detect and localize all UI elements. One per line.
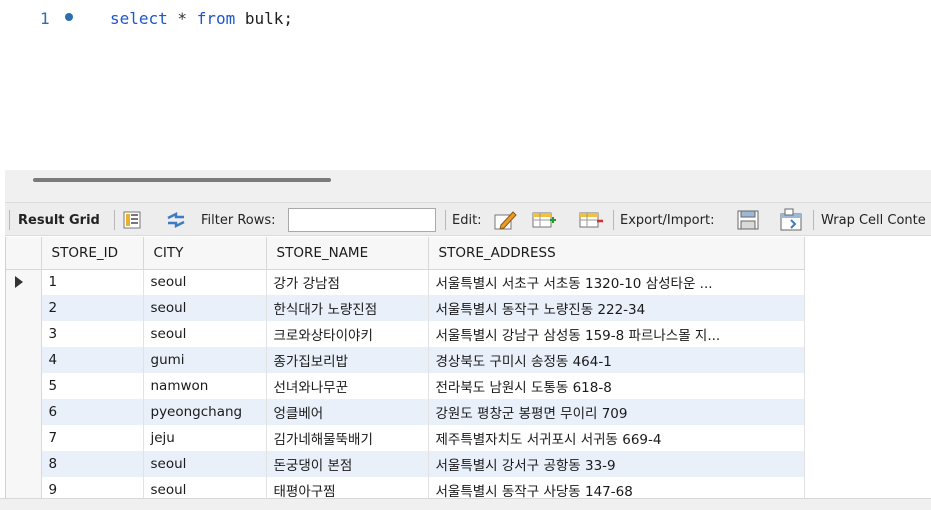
toolbar-divider <box>445 210 446 230</box>
cell-city[interactable]: seoul <box>143 269 267 295</box>
cell-store-address[interactable]: 서울특별시 강남구 삼성동 159-8 파르나스몰 지... <box>428 321 805 347</box>
delete-row-icon[interactable] <box>578 203 604 237</box>
row-header[interactable] <box>6 373 42 399</box>
cell-store-id[interactable]: 3 <box>41 321 144 347</box>
column-header-store-name[interactable]: STORE_NAME <box>266 237 429 270</box>
filter-rows-input[interactable] <box>288 208 436 232</box>
cell-store-name[interactable]: 김가네해물뚝배기 <box>266 425 429 451</box>
statement-marker-icon <box>65 13 73 21</box>
cell-store-address[interactable]: 경상북도 구미시 송정동 464-1 <box>428 347 805 373</box>
edit-label: Edit: <box>452 212 482 228</box>
table-row[interactable]: 8 seoul 돈궁댕이 본점 서울특별시 강서구 공항동 33-9 <box>6 451 805 477</box>
table-row[interactable]: 7 jeju 김가네해물뚝배기 제주특별자치도 서귀포시 서귀동 669-4 <box>6 425 805 451</box>
cell-store-name[interactable]: 돈궁댕이 본점 <box>266 451 429 477</box>
cell-city[interactable]: pyeongchang <box>143 399 267 425</box>
result-table: STORE_ID CITY STORE_NAME STORE_ADDRESS 1… <box>6 237 805 503</box>
sql-editor[interactable]: 1 select * from bulk; <box>0 0 931 170</box>
row-header[interactable] <box>6 347 42 373</box>
cell-store-address[interactable]: 서울특별시 동작구 노량진동 222-34 <box>428 295 805 321</box>
export-icon[interactable] <box>736 203 760 237</box>
cell-city[interactable]: jeju <box>143 425 267 451</box>
row-header[interactable] <box>6 399 42 425</box>
sql-keyword-select: select <box>110 9 168 28</box>
column-header-store-id[interactable]: STORE_ID <box>41 237 144 270</box>
column-header-city[interactable]: CITY <box>143 237 267 270</box>
table-row[interactable]: 3 seoul 크로와상타이야키 서울특별시 강남구 삼성동 159-8 파르나스몰 … <box>6 321 805 347</box>
form-editor-icon[interactable] <box>123 203 141 237</box>
export-import-label: Export/Import: <box>620 212 715 228</box>
column-header-store-address[interactable]: STORE_ADDRESS <box>428 237 805 270</box>
cell-store-name[interactable]: 엉클베어 <box>266 399 429 425</box>
filter-rows-label: Filter Rows: <box>201 212 276 228</box>
insert-row-icon[interactable] <box>531 203 557 237</box>
cell-store-id[interactable]: 7 <box>41 425 144 451</box>
cell-store-name[interactable]: 강가 강남점 <box>266 269 429 295</box>
cell-store-address[interactable]: 제주특별자치도 서귀포시 서귀동 669-4 <box>428 425 805 451</box>
sql-table-name: bulk; <box>235 9 294 28</box>
cell-city[interactable]: namwon <box>143 373 267 399</box>
cell-store-name[interactable]: 종가집보리밥 <box>266 347 429 373</box>
cell-store-address[interactable]: 서울특별시 서초구 서초동 1320-10 삼성타운 ... <box>428 269 805 295</box>
cell-store-name[interactable]: 한식대가 노량진점 <box>266 295 429 321</box>
result-grid-tab[interactable]: Result Grid <box>13 203 105 237</box>
toolbar-divider <box>813 210 814 230</box>
sql-keyword-from: from <box>196 9 236 28</box>
table-row[interactable]: 4 gumi 종가집보리밥 경상북도 구미시 송정동 464-1 <box>6 347 805 373</box>
toolbar-divider <box>114 210 115 230</box>
cell-store-name[interactable]: 선녀와나무꾼 <box>266 373 429 399</box>
table-row[interactable]: 1 seoul 강가 강남점 서울특별시 서초구 서초동 1320-10 삼성타운 .… <box>6 269 805 295</box>
result-toolbar: Result Grid Filter Rows: Edit: Export/Im… <box>5 202 931 236</box>
cell-store-id[interactable]: 8 <box>41 451 144 477</box>
edit-row-icon[interactable] <box>493 203 517 237</box>
editor-horizontal-scrollbar[interactable] <box>33 178 331 182</box>
table-row[interactable]: 2 seoul 한식대가 노량진점 서울특별시 동작구 노량진동 222-34 <box>6 295 805 321</box>
editor-splitter[interactable] <box>5 170 931 202</box>
cell-store-address[interactable]: 서울특별시 강서구 공항동 33-9 <box>428 451 805 477</box>
cell-store-address[interactable]: 강원도 평창군 봉평면 무이리 709 <box>428 399 805 425</box>
result-grid[interactable]: STORE_ID CITY STORE_NAME STORE_ADDRESS 1… <box>5 237 931 510</box>
row-header[interactable] <box>6 425 42 451</box>
row-header[interactable] <box>6 295 42 321</box>
toolbar-divider <box>9 210 10 230</box>
cell-store-name[interactable]: 크로와상타이야키 <box>266 321 429 347</box>
row-header-corner <box>6 237 42 270</box>
cell-store-address[interactable]: 전라북도 남원시 도통동 618-8 <box>428 373 805 399</box>
refresh-icon[interactable] <box>165 203 187 237</box>
wrap-cell-content-label[interactable]: Wrap Cell Conte <box>821 203 926 237</box>
cell-store-id[interactable]: 5 <box>41 373 144 399</box>
line-number: 1 <box>40 9 50 28</box>
table-row[interactable]: 5 namwon 선녀와나무꾼 전라북도 남원시 도통동 618-8 <box>6 373 805 399</box>
toolbar-divider <box>613 210 614 230</box>
cell-store-id[interactable]: 4 <box>41 347 144 373</box>
sql-statement[interactable]: select * from bulk; <box>110 9 293 28</box>
cell-store-id[interactable]: 2 <box>41 295 144 321</box>
cell-store-id[interactable]: 1 <box>41 269 144 295</box>
row-header[interactable] <box>6 321 42 347</box>
cell-city[interactable]: seoul <box>143 321 267 347</box>
header-row: STORE_ID CITY STORE_NAME STORE_ADDRESS <box>6 237 805 270</box>
cell-city[interactable]: seoul <box>143 451 267 477</box>
cell-city[interactable]: gumi <box>143 347 267 373</box>
cell-store-id[interactable]: 6 <box>41 399 144 425</box>
cell-city[interactable]: seoul <box>143 295 267 321</box>
grid-horizontal-scrollbar[interactable] <box>0 498 931 510</box>
sql-star: * <box>167 9 197 28</box>
table-row[interactable]: 6 pyeongchang 엉클베어 강원도 평창군 봉평면 무이리 709 <box>6 399 805 425</box>
row-header[interactable] <box>6 269 42 295</box>
current-row-arrow-icon <box>15 276 23 289</box>
row-header[interactable] <box>6 451 42 477</box>
import-icon[interactable] <box>778 203 804 237</box>
